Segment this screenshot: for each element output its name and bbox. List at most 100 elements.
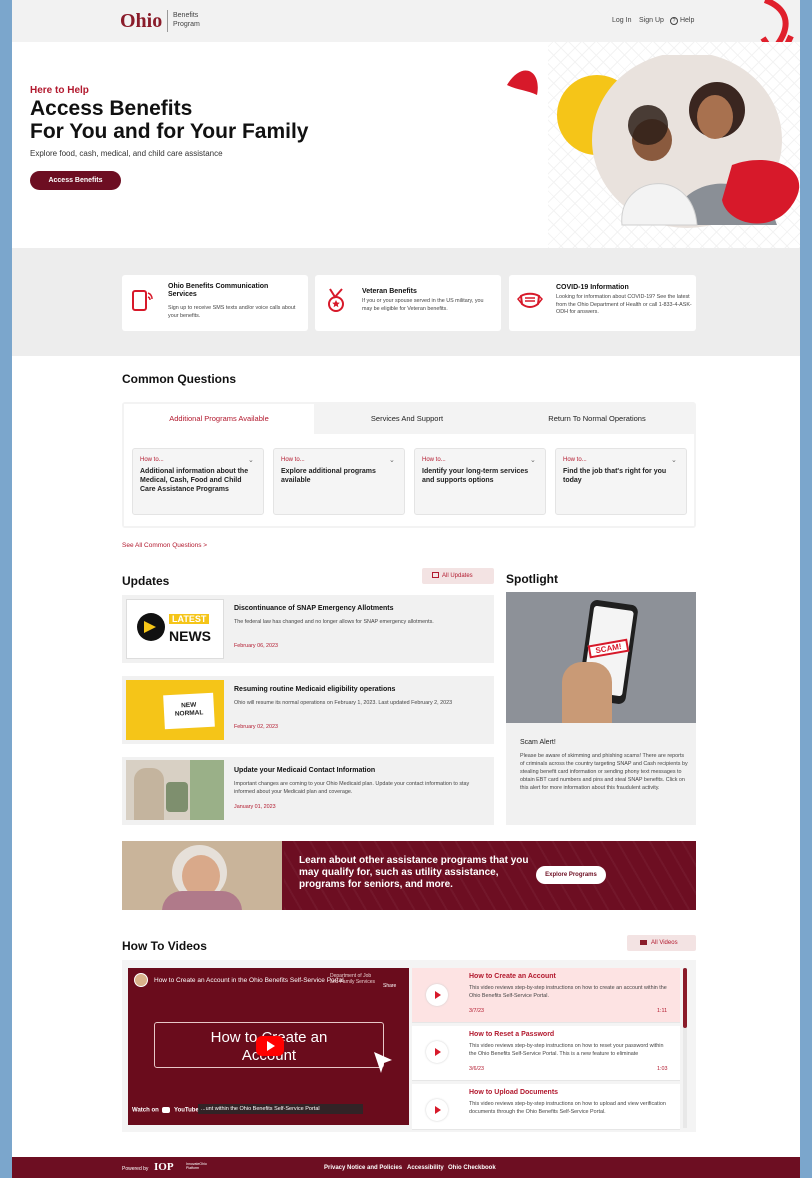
see-all-questions-link[interactable]: See All Common Questions > <box>122 542 207 549</box>
chevron-down-icon: ⌄ <box>389 457 395 464</box>
question-text: Identify your long-term services and sup… <box>422 468 529 484</box>
play-icon[interactable] <box>426 1099 448 1121</box>
scam-alert-heading: Scam Alert! <box>520 739 556 746</box>
all-videos-button[interactable]: All Videos <box>627 935 696 951</box>
scam-phone-image: SCAM! <box>506 592 696 723</box>
youtube-text: YouTube <box>174 1107 199 1114</box>
tab-additional-programs[interactable]: Additional Programs Available <box>124 404 314 434</box>
update-text: The federal law has changed and no longe… <box>234 619 434 625</box>
update-title[interactable]: Discontinuance of SNAP Emergency Allotme… <box>234 605 393 612</box>
youtube-play-button[interactable] <box>256 1036 284 1056</box>
iop-subtitle: InnovateOhio Platform <box>186 1162 207 1170</box>
common-questions-title: Common Questions <box>122 372 237 386</box>
sticky-note: NEW NORMAL <box>163 692 215 730</box>
update-date: February 02, 2023 <box>234 724 279 730</box>
all-updates-button[interactable]: All Updates <box>422 568 494 584</box>
youtube-logo-icon <box>162 1107 171 1113</box>
share-label[interactable]: Share <box>383 983 396 989</box>
help-label: Help <box>679 17 695 24</box>
update-title[interactable]: Update your Medicaid Contact Information <box>234 767 375 774</box>
signup-link[interactable]: Sign Up <box>639 17 664 24</box>
access-benefits-button[interactable]: Access Benefits <box>30 171 121 190</box>
logo-subtitle: Benefits Program <box>173 12 200 28</box>
update-text: Ohio will resume its normal operations o… <box>234 700 453 706</box>
powered-by-label: Powered by <box>122 1166 149 1172</box>
mother-face <box>697 95 733 139</box>
scrollbar-thumb[interactable] <box>683 968 687 1028</box>
page-frame: Ohio Benefits Program Log In Sign Up ? H… <box>12 0 800 1178</box>
play-icon[interactable] <box>426 984 448 1006</box>
phone-signal-icon <box>132 290 153 311</box>
medal-icon <box>328 288 344 312</box>
video-camera-icon <box>640 939 647 945</box>
mask-icon <box>517 292 543 308</box>
video-item-text: This video reviews step-by-step instruct… <box>469 1101 666 1115</box>
video-caption: ...unt within the Ohio Benefits Self-Ser… <box>198 1104 363 1114</box>
latest-news-image: LATEST NEWS <box>126 599 224 659</box>
accessibility-link[interactable]: Accessibility <box>407 1165 444 1171</box>
video-list-scrollbar[interactable] <box>683 968 687 1128</box>
video-item-title[interactable]: How to Upload Documents <box>469 1089 558 1096</box>
question-text: Explore additional programs available <box>281 468 376 484</box>
video-item-text: This video reviews step-by-step instruct… <box>469 985 667 999</box>
all-videos-label: All Videos <box>651 940 678 946</box>
new-normal-image: NEW NORMAL <box>126 680 224 740</box>
question-text: Additional information about the Medical… <box>140 468 249 493</box>
privacy-link[interactable]: Privacy Notice and Policies <box>324 1165 402 1171</box>
card-title: Ohio Benefits Communication Services <box>168 283 269 298</box>
explore-programs-button[interactable]: Explore Programs <box>536 866 606 884</box>
play-icon[interactable] <box>426 1041 448 1063</box>
red-blob-large <box>722 159 800 224</box>
watch-on-label[interactable]: Watch on YouTube <box>132 1107 199 1114</box>
help-icon: ? <box>670 17 678 25</box>
red-blob-small <box>507 70 538 95</box>
video-item-title[interactable]: How to Reset a Password <box>469 1031 554 1038</box>
question-text: Find the job that's right for you today <box>563 468 667 484</box>
ohio-logo[interactable]: Ohio <box>120 10 162 33</box>
logo-divider <box>167 10 168 32</box>
card-text: If you or your spouse served in the US m… <box>362 298 484 312</box>
channel-avatar <box>134 973 148 987</box>
video-item-duration: 1:03 <box>657 1066 668 1072</box>
card-text: Looking for information about COVID-19? … <box>556 294 692 315</box>
tab-services-support[interactable]: Services And Support <box>314 404 500 434</box>
dept-logo-text: Department of Job and Family Services <box>330 973 376 985</box>
question-prefix: How to... <box>140 457 164 463</box>
question-prefix: How to... <box>563 457 587 463</box>
hero-title: Access Benefits For You and for Your Fam… <box>30 97 360 143</box>
watch-on-text: Watch on <box>132 1107 159 1114</box>
card-title: Veteran Benefits <box>362 288 417 295</box>
update-title[interactable]: Resuming routine Medicaid eligibility op… <box>234 686 395 693</box>
chevron-down-icon: ⌄ <box>530 457 536 464</box>
spotlight-title: Spotlight <box>506 572 558 586</box>
updates-title: Updates <box>122 574 170 588</box>
video-item-duration: 1:11 <box>657 1008 668 1014</box>
card-text: Sign up to receive SMS texts and/or voic… <box>168 305 296 319</box>
chevron-down-icon: ⌄ <box>248 457 254 464</box>
woman-phone-image <box>126 760 224 820</box>
card-title: COVID-19 Information <box>556 284 629 291</box>
news-label: NEWS <box>169 628 211 644</box>
hero-title-line2: For You and for Your Family <box>30 120 309 143</box>
hand-shape <box>562 662 612 723</box>
megaphone-icon <box>137 613 165 641</box>
all-updates-label: All Updates <box>442 573 473 579</box>
tab-return-normal[interactable]: Return To Normal Operations <box>500 404 694 434</box>
login-link[interactable]: Log In <box>612 17 631 24</box>
video-item-title[interactable]: How to Create an Account <box>469 973 556 980</box>
help-link[interactable]: ? Help <box>670 17 694 25</box>
iop-logo[interactable]: IOP <box>154 1161 174 1173</box>
cursor-icon <box>374 1052 392 1073</box>
video-item-text: This video reviews step-by-step instruct… <box>469 1043 664 1057</box>
update-text: Important changes are coming to your Ohi… <box>234 781 470 795</box>
question-prefix: How to... <box>422 457 446 463</box>
video-item-date: 3/7/23 <box>469 1008 484 1014</box>
normal-label: NORMAL <box>174 709 204 718</box>
hero-kicker: Here to Help <box>30 85 89 96</box>
question-prefix: How to... <box>281 457 305 463</box>
videos-title: How To Videos <box>122 939 207 953</box>
senior-woman-image <box>122 841 282 910</box>
scam-alert-text: Please be aware of skimming and phishing… <box>520 753 688 791</box>
hero-subtitle: Explore food, cash, medical, and child c… <box>30 149 223 158</box>
ohio-checkbook-link[interactable]: Ohio Checkbook <box>448 1165 496 1171</box>
